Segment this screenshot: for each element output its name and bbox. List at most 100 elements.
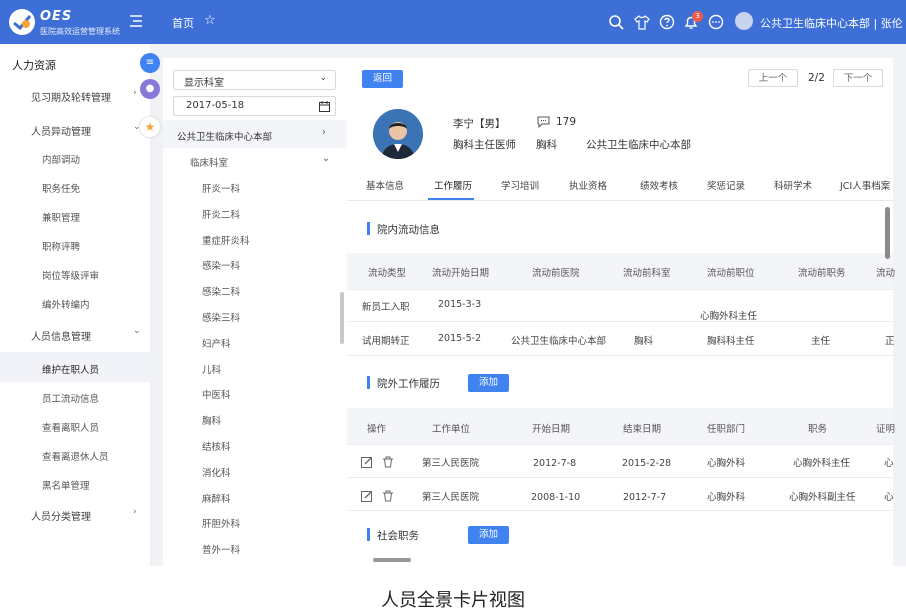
table-header-cell: 证明 bbox=[876, 424, 896, 435]
section-marker bbox=[367, 528, 370, 541]
tab-item[interactable]: 基本信息 bbox=[366, 178, 404, 192]
tree-dept-item[interactable]: 肝胆外科 bbox=[202, 516, 240, 530]
department-select[interactable]: 显示科室 ⌄ bbox=[173, 70, 336, 90]
sidebar-item[interactable]: 职务任免 bbox=[42, 181, 80, 195]
table-cell: 试用期转正 bbox=[362, 336, 410, 347]
tree-dept-item[interactable]: 肝炎一科 bbox=[202, 181, 240, 195]
sidebar-item[interactable]: 兼职管理 bbox=[42, 210, 80, 224]
table-header-cell: 流动前医院 bbox=[532, 268, 580, 279]
table-cell: 主任 bbox=[811, 336, 831, 347]
prev-button[interactable]: 上一个 bbox=[748, 69, 798, 87]
table-header-cell: 职务 bbox=[808, 424, 828, 435]
tree-dept-item[interactable]: 胸科 bbox=[202, 413, 221, 427]
sidebar-item[interactable]: 人员分类管理 bbox=[31, 508, 91, 523]
sidebar-item[interactable]: 职称评聘 bbox=[42, 239, 80, 253]
tree-dept-item[interactable]: 麻醉科 bbox=[202, 491, 231, 505]
sidebar-item[interactable]: 人员信息管理 bbox=[31, 328, 91, 343]
horizontal-scrollbar[interactable] bbox=[373, 558, 411, 562]
sidebar-item[interactable]: 员工流动信息 bbox=[42, 391, 99, 405]
tree-dept-item[interactable]: 中医科 bbox=[202, 387, 231, 401]
sidebar-item[interactable]: 人员异动管理 bbox=[31, 123, 91, 138]
nav-home[interactable]: 首页 bbox=[172, 15, 194, 31]
menu-toggle-icon[interactable] bbox=[129, 14, 143, 28]
delete-icon[interactable] bbox=[382, 490, 394, 502]
date-picker[interactable]: 2017-05-18 bbox=[173, 96, 336, 116]
tab-item[interactable]: 学习培训 bbox=[501, 178, 539, 192]
table-cell: 心胸外科副主任 bbox=[789, 492, 856, 503]
tree-dept-item[interactable]: 感染一科 bbox=[202, 258, 240, 272]
profile-name: 李宁【男】 bbox=[453, 118, 506, 130]
table-cell: 胸科科主任 bbox=[707, 336, 755, 347]
tree-dept-item[interactable]: 肝炎二科 bbox=[202, 207, 240, 221]
tree-dept-item[interactable]: 儿科 bbox=[202, 362, 221, 376]
collapse-menu-icon[interactable]: ≡ bbox=[140, 53, 160, 73]
next-button[interactable]: 下一个 bbox=[833, 69, 883, 87]
edit-icon[interactable] bbox=[361, 456, 373, 468]
sidebar-item[interactable]: 内部调动 bbox=[42, 152, 80, 166]
sidebar-item[interactable]: 黑名单管理 bbox=[42, 478, 90, 492]
calendar-icon bbox=[319, 101, 330, 112]
top-bar: OES 医院高效运营管理系统 首页 ☆ 3 公共卫生临床中心本部 | 张伦 bbox=[0, 0, 906, 44]
tree-dept-item[interactable]: 感染三科 bbox=[202, 310, 240, 324]
comment-icon bbox=[537, 116, 550, 128]
delete-icon[interactable] bbox=[382, 456, 394, 468]
table-header-cell: 流动 bbox=[876, 268, 896, 279]
sidebar-item[interactable]: 维护在职人员 bbox=[42, 362, 99, 376]
search-icon[interactable] bbox=[608, 14, 624, 30]
user-name[interactable]: 公共卫生临床中心本部 | 张伦 bbox=[760, 15, 903, 31]
tab-item[interactable]: 科研学术 bbox=[774, 178, 812, 192]
favorite-icon[interactable]: ★ bbox=[140, 117, 160, 137]
tree-dept-item[interactable]: 感染二科 bbox=[202, 284, 240, 298]
table-cell: 心 bbox=[884, 458, 894, 469]
profile-count: 179 bbox=[556, 116, 577, 128]
skin-icon[interactable] bbox=[634, 14, 650, 30]
page-indicator: 2/2 bbox=[808, 72, 825, 84]
table-cell: 2012-7-8 bbox=[533, 458, 577, 469]
tabs-divider bbox=[347, 200, 893, 201]
sidebar-item[interactable]: 岗位等级评审 bbox=[42, 268, 99, 282]
table-cell: 第三人民医院 bbox=[422, 458, 480, 469]
table-header-cell: 流动类型 bbox=[368, 268, 407, 279]
tree-dept-item[interactable]: 重症肝炎科 bbox=[202, 233, 250, 247]
tree-dept-group[interactable]: 临床科室 bbox=[190, 155, 228, 169]
tab-item[interactable]: 执业资格 bbox=[569, 178, 607, 192]
table-header-cell: 流动前科室 bbox=[623, 268, 671, 279]
sidebar-item[interactable]: 编外转编内 bbox=[42, 297, 90, 311]
help-icon[interactable] bbox=[659, 14, 675, 30]
tree-scrollbar[interactable] bbox=[340, 292, 344, 344]
tab-item[interactable]: 工作履历 bbox=[434, 178, 472, 192]
favorite-star-icon[interactable]: ☆ bbox=[204, 13, 216, 28]
user-avatar[interactable] bbox=[735, 12, 753, 30]
table-cell: 公共卫生临床中心本部 bbox=[511, 336, 607, 347]
chevron-down-icon: ⌄ bbox=[133, 326, 141, 336]
table-cell: 2012-7-7 bbox=[623, 492, 667, 503]
tree-dept-item[interactable]: 普外一科 bbox=[202, 542, 240, 556]
tree-dept-item[interactable]: 结核科 bbox=[202, 439, 231, 453]
add-external-button[interactable]: 添加 bbox=[468, 374, 509, 392]
person-icon[interactable]: ● bbox=[140, 79, 160, 99]
row-divider bbox=[347, 477, 893, 478]
table-header-cell: 任职部门 bbox=[707, 424, 746, 435]
tab-item[interactable]: 奖惩记录 bbox=[707, 178, 745, 192]
table-cell: 2015-2-28 bbox=[622, 458, 672, 469]
edit-icon[interactable] bbox=[361, 490, 373, 502]
profile-dept: 胸科 bbox=[536, 139, 557, 151]
brand-subtitle: 医院高效运营管理系统 bbox=[40, 27, 120, 36]
tree-dept-item[interactable]: 妇产科 bbox=[202, 336, 231, 350]
social-section-title: 社会职务 bbox=[377, 530, 419, 542]
sidebar-item[interactable]: 查看离职人员 bbox=[42, 420, 99, 434]
sidebar-item[interactable]: 查看离退休人员 bbox=[42, 449, 109, 463]
sidebar-item[interactable]: 见习期及轮转管理 bbox=[31, 89, 111, 104]
row-divider bbox=[347, 510, 893, 511]
tree-dept-item[interactable]: 消化科 bbox=[202, 465, 231, 479]
message-icon[interactable] bbox=[708, 14, 724, 30]
figure-caption: 人员全景卡片视图 bbox=[381, 590, 525, 611]
vertical-scrollbar[interactable] bbox=[885, 207, 890, 259]
tab-item[interactable]: 绩效考核 bbox=[640, 178, 678, 192]
back-button[interactable]: 返回 bbox=[362, 70, 403, 88]
add-social-button[interactable]: 添加 bbox=[468, 526, 509, 544]
tab-item[interactable]: JCI人事档案 bbox=[840, 178, 890, 192]
table-cell: 新员工入职 bbox=[362, 302, 410, 313]
tree-org-label[interactable]: 公共卫生临床中心本部 bbox=[177, 129, 272, 143]
chevron-down-icon: ⌄ bbox=[319, 73, 327, 83]
